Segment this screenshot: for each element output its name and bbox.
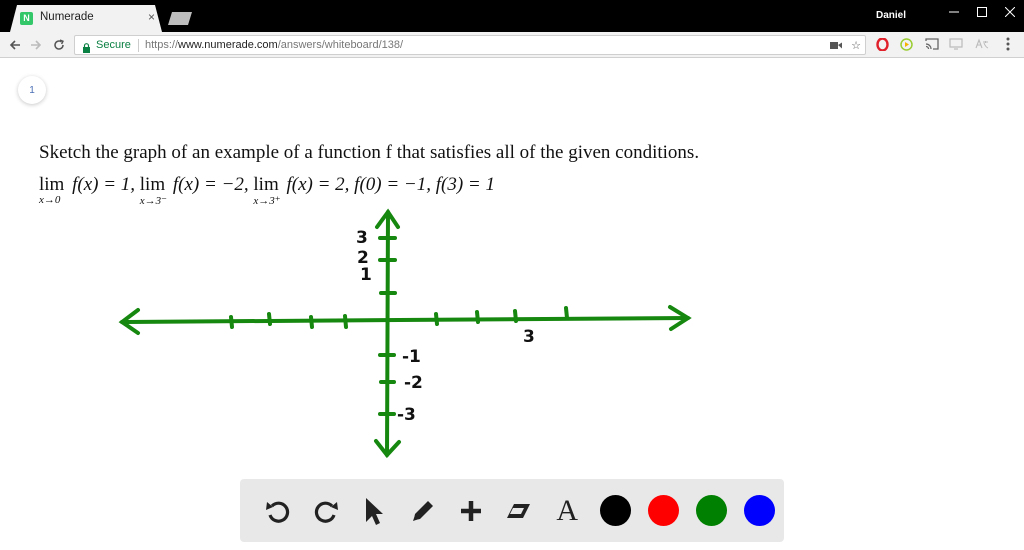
cast-icon[interactable] (924, 36, 940, 52)
url-host: www.numerade.com (178, 39, 278, 51)
plus-icon[interactable] (447, 491, 495, 531)
url-path: /answers/whiteboard/138/ (277, 39, 404, 51)
redo-icon[interactable] (302, 491, 350, 531)
browser-toolbar: Secure https://www.numerade.com/answers/… (0, 32, 1024, 58)
limit-1-expression: f(x) = 1, (72, 174, 136, 195)
minimize-icon[interactable] (940, 0, 968, 24)
x-tick (475, 310, 480, 324)
monitor-icon[interactable] (948, 36, 964, 52)
undo-icon[interactable] (254, 491, 302, 531)
text-tool-icon[interactable]: A (543, 491, 591, 531)
color-green[interactable] (688, 491, 736, 531)
color-swatch-red (648, 495, 680, 526)
limit-2-expression: f(x) = −2, (172, 174, 249, 195)
x-tick (564, 306, 569, 320)
play-icon[interactable] (898, 36, 914, 52)
lim-word: lim (39, 174, 65, 195)
star-icon[interactable]: ☆ (849, 38, 863, 52)
address-bar[interactable]: Secure https://www.numerade.com/answers/… (74, 35, 866, 55)
y-label-neg3: -3 (397, 405, 416, 425)
x-tick (229, 315, 234, 329)
y-label-3: 3 (356, 228, 368, 248)
limit-1-subscript: x→0 (39, 194, 61, 206)
url-scheme: https:// (145, 39, 179, 51)
y-label-neg2: -2 (404, 373, 423, 393)
tab-title: Numerade (40, 11, 94, 23)
numerade-favicon-icon: N (20, 12, 33, 25)
tab-strip: N Numerade × Daniel (0, 0, 1024, 32)
pointer-icon[interactable] (350, 491, 398, 531)
x-tick (434, 312, 439, 326)
x-tick (309, 315, 314, 329)
whiteboard-canvas[interactable]: 3 2 1 -1 -2 -3 3 (110, 200, 710, 470)
pencil-icon[interactable] (399, 491, 447, 531)
limit-2: lim x→3⁻ (139, 174, 167, 207)
color-swatch-black (599, 495, 631, 526)
page-number-badge[interactable]: 1 (18, 76, 46, 104)
drawing-toolbar: A (240, 479, 784, 542)
x-tick (343, 314, 348, 329)
maximize-icon[interactable] (968, 0, 996, 24)
url-text[interactable]: https://www.numerade.com/answers/whitebo… (145, 39, 403, 51)
x-tick (513, 309, 518, 323)
secure-label: Secure (96, 39, 131, 51)
conditions-math: lim x→0 f(x) = 1, lim x→3⁻ f(x) = −2, lim x… (39, 174, 496, 207)
more-menu-icon[interactable] (1000, 36, 1016, 52)
axis-labels: 3 2 1 -1 -2 -3 3 (356, 228, 535, 425)
lock-icon (82, 40, 91, 58)
close-window-icon[interactable] (996, 0, 1024, 24)
limit-3: lim x→3⁺ (253, 174, 280, 207)
forward-arrow-icon[interactable] (27, 36, 45, 54)
window-controls (940, 0, 1024, 24)
color-swatch-blue (744, 495, 776, 526)
lim-word: lim (139, 174, 166, 195)
tab-close-icon[interactable]: × (148, 10, 155, 24)
color-swatch-green (696, 495, 728, 526)
tab-numerade[interactable]: N Numerade × (10, 5, 162, 32)
back-arrow-icon[interactable] (6, 36, 24, 54)
omnibox-divider (138, 39, 139, 52)
y-label-1: 1 (360, 265, 372, 285)
profile-name[interactable]: Daniel (876, 10, 906, 21)
lim-word: lim (253, 174, 279, 195)
new-tab-button[interactable] (168, 12, 192, 25)
translate-icon[interactable] (974, 36, 990, 52)
color-red[interactable] (640, 491, 688, 531)
y-axis (385, 210, 390, 457)
y-label-neg1: -1 (402, 347, 421, 367)
reload-icon[interactable] (50, 36, 68, 54)
eraser-icon[interactable] (495, 491, 543, 531)
x-tick (267, 312, 272, 326)
camera-icon[interactable] (829, 38, 843, 52)
x-axis (120, 316, 690, 324)
limit-3-expression: f(x) = 2, f(0) = −1, f(3) = 1 (286, 174, 496, 195)
opera-icon[interactable] (874, 36, 890, 52)
limit-1: lim x→0 (39, 174, 65, 206)
color-blue[interactable] (736, 491, 784, 531)
color-black[interactable] (591, 491, 639, 531)
question-text: Sketch the graph of an example of a func… (39, 142, 700, 163)
x-label-3: 3 (523, 327, 535, 347)
